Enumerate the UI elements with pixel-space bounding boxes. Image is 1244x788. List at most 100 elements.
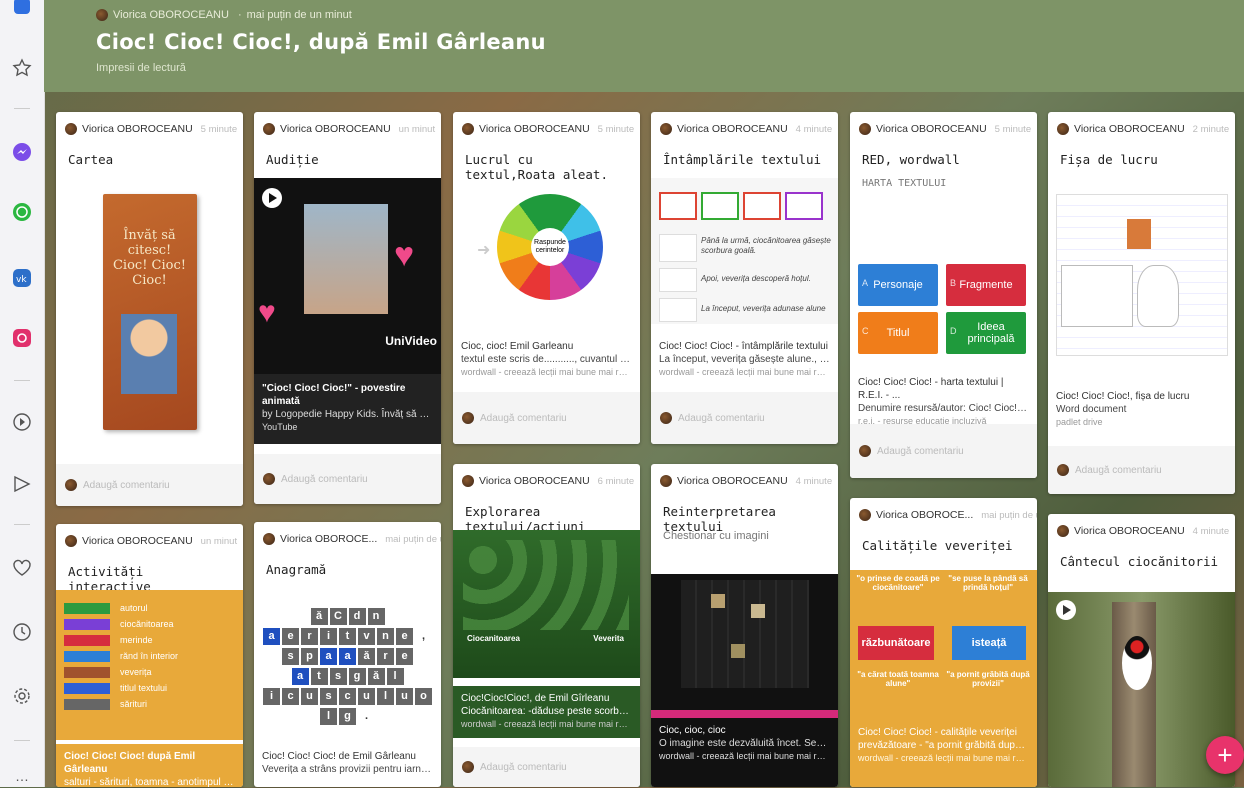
letter-tile[interactable]: r <box>301 628 318 645</box>
attachment[interactable]: Cioc!Cioc!Cioc!, de Emil Gîrleanu Ciocăn… <box>453 686 640 738</box>
vk-icon[interactable]: vk <box>10 266 34 290</box>
word-tag[interactable] <box>64 618 110 630</box>
comment-input[interactable]: Adaugă comentariu <box>480 413 567 424</box>
word-tag[interactable] <box>64 666 110 678</box>
comment-input[interactable]: Adaugă comentariu <box>281 474 368 485</box>
comment-input[interactable]: Adaugă comentariu <box>83 480 170 491</box>
more-icon[interactable]: … <box>10 764 34 788</box>
word-row[interactable]: ciocănitoarea <box>64 616 243 632</box>
word-row[interactable]: autorul <box>64 600 243 616</box>
word-row[interactable]: titlul textului <box>64 680 243 696</box>
letter-tile[interactable]: d <box>348 608 366 625</box>
attachment[interactable]: Cioc, cioc! Emil Garleanu textul este sc… <box>453 334 640 385</box>
clock-icon[interactable] <box>10 620 34 644</box>
play-icon[interactable] <box>262 188 282 208</box>
word-row[interactable]: rănd în interior <box>64 648 243 664</box>
letter-tile[interactable]: c <box>282 688 299 705</box>
letter-tile[interactable]: . <box>358 708 375 725</box>
letter-tile[interactable]: v <box>358 628 375 645</box>
letter-tile[interactable]: ă <box>358 648 375 665</box>
letter-tile[interactable]: u <box>301 688 318 705</box>
letter-tile[interactable]: ă <box>310 608 328 625</box>
letter-tile[interactable]: c <box>339 688 356 705</box>
letter-tile[interactable]: ă <box>367 668 385 685</box>
letter-tile[interactable]: i <box>320 628 337 645</box>
explore-image[interactable]: Ciocanitoarea Veverita <box>453 530 640 678</box>
letter-tile[interactable]: g <box>339 708 356 725</box>
comment-input[interactable]: Adaugă comentariu <box>1075 465 1162 476</box>
letter-tile[interactable]: t <box>310 668 328 685</box>
gear-icon[interactable] <box>10 684 34 708</box>
attachment[interactable]: Cioc! Cioc! Cioc! după Emil Gârleanu sal… <box>56 744 243 787</box>
option-d-button[interactable]: D Ideea principală <box>946 312 1026 354</box>
post-card[interactable]: Viorica OBOROCE...mai puțin de un m... C… <box>850 498 1037 787</box>
option-a-button[interactable]: A Personaje <box>858 264 938 306</box>
letter-tile[interactable]: s <box>320 688 337 705</box>
letter-tile[interactable]: , <box>415 628 432 645</box>
post-card[interactable]: Viorica OBOROCEANU 2 minute Fișa de lucru… <box>1048 112 1235 494</box>
letter-tile[interactable]: a <box>339 648 356 665</box>
play-icon[interactable] <box>1056 600 1076 620</box>
letter-tile[interactable]: a <box>263 628 280 645</box>
letter-tile[interactable]: a <box>320 648 337 665</box>
post-card[interactable]: Viorica OBOROCEANU 4 minute Întâmplările … <box>651 112 838 444</box>
attachment[interactable]: Cioc! Cioc! Cioc! - întâmplările textulu… <box>651 334 838 385</box>
letter-tile[interactable]: g <box>348 668 366 685</box>
comment-input[interactable]: Adaugă comentariu <box>877 446 964 457</box>
events-image[interactable]: Până la urmă, ciocănitoarea găsește scor… <box>651 178 838 324</box>
letter-tile[interactable]: l <box>377 688 394 705</box>
letter-tile[interactable]: i <box>263 688 280 705</box>
wordwall-buttons-image[interactable]: A Personaje B Fragmente C Titlul D Ideea pri… <box>850 262 1037 358</box>
app-logo-icon[interactable] <box>10 0 34 18</box>
instagram-icon[interactable] <box>10 326 34 350</box>
video-thumbnail[interactable]: ♥ ♥ UniVideo <box>254 178 441 376</box>
word-tag[interactable] <box>64 698 110 710</box>
quiz-image[interactable] <box>651 574 838 718</box>
option-button[interactable]: isteață <box>952 626 1026 660</box>
messenger-icon[interactable] <box>10 140 34 164</box>
comment-input[interactable]: Adaugă comentariu <box>480 762 567 773</box>
letter-tile[interactable]: p <box>301 648 318 665</box>
letter-tile[interactable]: C <box>329 608 347 625</box>
word-row[interactable]: sărituri <box>64 696 243 712</box>
send-icon[interactable] <box>10 472 34 496</box>
word-row[interactable]: veverița <box>64 664 243 680</box>
letter-tile[interactable]: u <box>358 688 375 705</box>
add-post-button[interactable]: + <box>1206 736 1244 774</box>
word-tag[interactable] <box>64 650 110 662</box>
letter-tile[interactable]: o <box>415 688 432 705</box>
wheel-image[interactable]: Raspunde cerintelor ➜ <box>453 178 640 328</box>
option-b-button[interactable]: B Fragmente <box>946 264 1026 306</box>
play-circle-icon[interactable] <box>10 410 34 434</box>
post-card[interactable]: Viorica OBOROCEANU un minut Audiție ♥ ♥ U… <box>254 112 441 504</box>
comment-input[interactable]: Adaugă comentariu <box>678 413 765 424</box>
letter-tile[interactable]: n <box>367 608 385 625</box>
letter-tile[interactable]: s <box>329 668 347 685</box>
letter-tile[interactable]: s <box>282 648 299 665</box>
word-row[interactable]: merinde <box>64 632 243 648</box>
letter-tile[interactable]: e <box>396 628 413 645</box>
attachment[interactable]: Cioc! Cioc! Cioc! - calitățile veveriței… <box>850 720 1037 787</box>
letter-tile[interactable]: t <box>339 628 356 645</box>
anagram-image[interactable]: ă Cd n a e r i t v n e, s p a a ă r e a t s g ă l i c u s c u l u ol g. <box>254 588 441 738</box>
letter-tile[interactable]: a <box>291 668 309 685</box>
word-tag[interactable] <box>64 602 110 614</box>
letter-tile[interactable]: n <box>377 628 394 645</box>
letter-tile[interactable]: e <box>396 648 413 665</box>
post-card[interactable]: Viorica OBOROCEANU 5 minute Cartea Învăț … <box>56 112 243 506</box>
worksheet-image[interactable] <box>1048 178 1235 366</box>
post-card[interactable]: Viorica OBOROCE...mai puțin de un m... A… <box>254 522 441 787</box>
book-cover-image[interactable]: Învăț să citesc! Cioc! Cioc! Cioc! <box>56 178 243 446</box>
letter-tile[interactable]: e <box>282 628 299 645</box>
heart-icon[interactable] <box>10 556 34 580</box>
word-tag[interactable] <box>64 634 110 646</box>
post-card[interactable]: Viorica OBOROCEANU un minut Activități in… <box>56 524 243 787</box>
letter-tile[interactable]: l <box>320 708 337 725</box>
letter-tile[interactable]: u <box>396 688 413 705</box>
attachment[interactable]: Cioc, cioc, cioc O imagine este dezvălui… <box>651 718 838 787</box>
post-card[interactable]: Viorica OBOROCEANU 6 minute Explorarea te… <box>453 464 640 787</box>
post-card[interactable]: Viorica OBOROCEANU 5 minute RED, wordwall… <box>850 112 1037 478</box>
attachment[interactable]: Cioc! Cioc! Cioc!, fișa de lucru Word do… <box>1048 384 1235 435</box>
whatsapp-icon[interactable] <box>10 200 34 224</box>
star-icon[interactable] <box>10 56 34 80</box>
